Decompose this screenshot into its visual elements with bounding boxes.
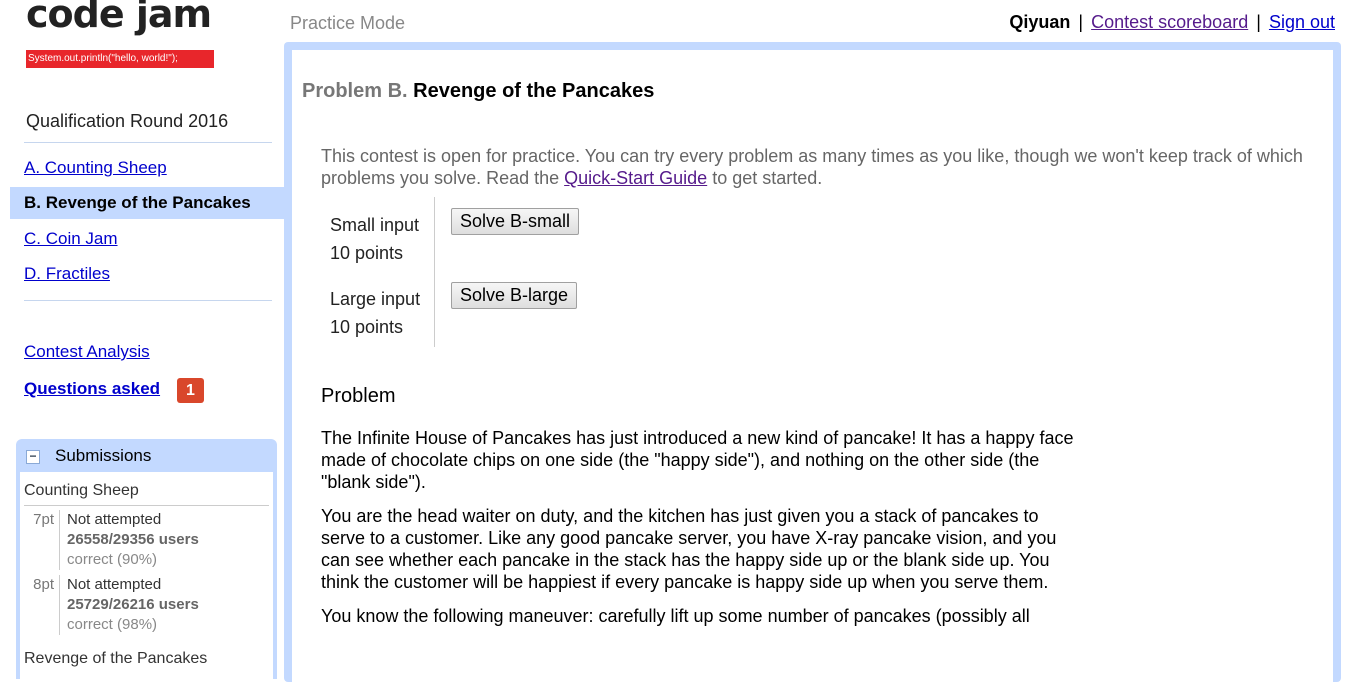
problem-content: Problem B. Revenge of the Pancakes This … <box>292 50 1333 682</box>
contest-analysis-link[interactable]: Contest Analysis <box>24 342 150 362</box>
inputs-column: Small input 10 points Large input 10 poi… <box>321 197 435 347</box>
sidebar-problem-a-link[interactable]: A. Counting Sheep <box>24 158 167 177</box>
divider <box>24 300 272 301</box>
submission-points: 7pt <box>24 510 60 570</box>
sidebar-problem-a[interactable]: A. Counting Sheep <box>10 152 284 184</box>
solve-small-button[interactable]: Solve B-small <box>451 208 580 235</box>
problem-heading: Problem <box>321 385 396 407</box>
round-title: Qualification Round 2016 <box>26 111 229 131</box>
submission-users: 26558/29356 users <box>67 531 199 548</box>
large-input-points: 10 points <box>330 317 404 337</box>
sidebar-problem-b[interactable]: B. Revenge of the Pancakes <box>10 187 284 219</box>
code-jam-logo[interactable]: code jam System.out.println("hello, worl… <box>26 0 216 70</box>
problem-name: Revenge of the Pancakes <box>413 80 655 102</box>
statement-paragraph: The Infinite House of Pancakes has just … <box>321 428 1074 492</box>
separator: | <box>1256 12 1261 32</box>
sign-out-link[interactable]: Sign out <box>1269 12 1335 32</box>
problem-panel: Problem B. Revenge of the Pancakes This … <box>284 42 1341 682</box>
user-bar: Qiyuan | Contest scoreboard | Sign out <box>1009 12 1335 33</box>
submission-points: 8pt <box>24 575 60 635</box>
sidebar-problem-d[interactable]: D. Fractiles <box>10 258 284 290</box>
problem-statement: The Infinite House of Pancakes has just … <box>321 427 1081 639</box>
sidebar-problem-b-label: B. Revenge of the Pancakes <box>24 193 251 212</box>
username: Qiyuan <box>1009 12 1071 32</box>
submission-problem-name: Counting Sheep <box>24 472 269 506</box>
statement-paragraph: You are the head waiter on duty, and the… <box>321 506 1057 592</box>
solve-large-button[interactable]: Solve B-large <box>451 282 578 309</box>
contest-scoreboard-link[interactable]: Contest scoreboard <box>1091 12 1248 32</box>
practice-mode-label: Practice Mode <box>290 13 406 33</box>
small-input-points: 10 points <box>330 243 404 263</box>
separator: | <box>1078 12 1084 32</box>
questions-count-badge: 1 <box>177 378 204 403</box>
submission-status: Not attempted <box>67 576 162 593</box>
collapse-icon[interactable]: − <box>26 450 40 464</box>
problem-label: Problem B. <box>302 80 408 102</box>
sidebar-problem-c-link[interactable]: C. Coin Jam <box>24 229 118 248</box>
logo-tagline: System.out.println("hello, world!"); <box>26 50 214 68</box>
submissions-body: Counting Sheep 7pt Not attempted 26558/2… <box>20 472 273 679</box>
submission-problem-name: Revenge of the Pancakes <box>24 650 208 667</box>
submission-correct: correct (98%) <box>67 616 158 633</box>
problem-title: Problem B. Revenge of the Pancakes <box>302 80 654 103</box>
submissions-title: Submissions <box>55 446 152 465</box>
small-input-label: Small input <box>330 215 420 235</box>
sidebar-problem-c[interactable]: C. Coin Jam <box>10 223 284 255</box>
large-input-label: Large input <box>330 289 421 309</box>
questions-asked-link[interactable]: Questions asked <box>24 379 160 399</box>
submissions-header: − Submissions <box>16 439 277 472</box>
submission-row: 7pt Not attempted 26558/29356 users corr… <box>24 510 269 570</box>
practice-note-text: to get started. <box>707 168 823 188</box>
submission-users: 25729/26216 users <box>67 596 199 613</box>
statement-paragraph: You know the following maneuver: careful… <box>321 606 1030 626</box>
practice-note: This contest is open for practice. You c… <box>321 145 1311 189</box>
sidebar-problem-d-link[interactable]: D. Fractiles <box>24 264 110 283</box>
submission-row: 8pt Not attempted 25729/26216 users corr… <box>24 575 269 635</box>
divider <box>24 142 272 143</box>
quick-start-guide-link[interactable]: Quick-Start Guide <box>564 168 707 188</box>
submissions-panel: − Submissions Counting Sheep 7pt Not att… <box>16 439 277 679</box>
submission-correct: correct (90%) <box>67 551 158 568</box>
submission-status: Not attempted <box>67 511 162 528</box>
logo-title: code jam <box>26 0 212 36</box>
